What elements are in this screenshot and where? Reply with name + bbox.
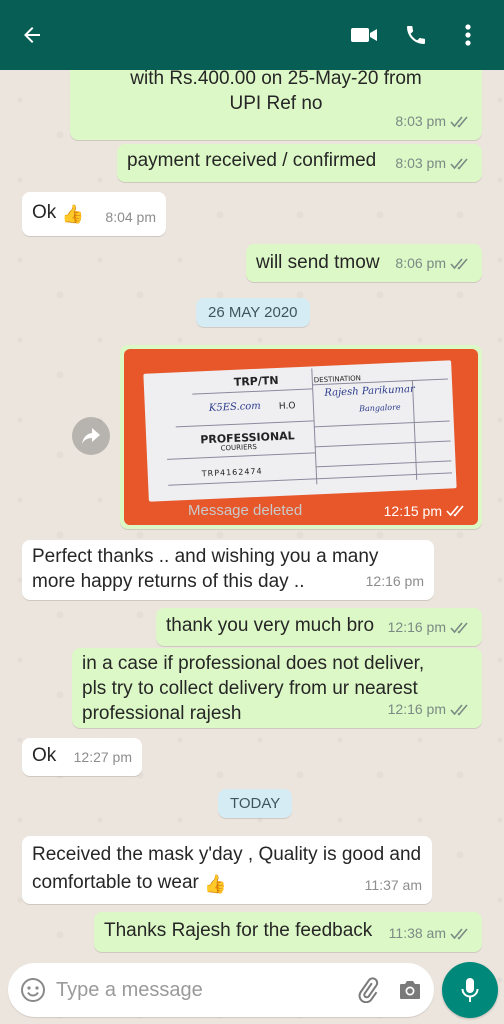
camera-icon[interactable] [398,979,422,1001]
message-time: 8:06 pm [395,255,446,271]
message-time: 8:03 pm [395,113,446,129]
message-bubble-outgoing[interactable]: in a case if professional does not deliv… [72,648,482,728]
video-call-icon[interactable] [342,13,386,57]
message-bubble-outgoing[interactable]: will send tmow 8:06 pm [246,244,482,282]
double-check-icon [446,505,464,517]
receipt-ho: H.O [278,401,296,412]
message-text: comfortable to wear [32,872,199,893]
courier-receipt-photo[interactable]: TRP/TN DESTINATION K5ES.com H.O Rajesh P… [124,349,478,525]
receipt-handwritten-from: K5ES.com [208,400,262,414]
double-check-icon [450,703,468,716]
arrow-left-icon[interactable] [14,17,50,53]
message-text: Received the mask y'day , Quality is goo… [32,844,422,865]
receipt-code: TRP/TN [233,373,279,389]
message-input[interactable] [56,978,356,1002]
message-time: 11:38 am [388,925,446,941]
date-chip: TODAY [218,789,293,818]
message-time: 12:27 pm [73,749,132,765]
message-time: 12:16 pm [387,701,446,717]
receipt-city: Bangalore [358,402,401,414]
chat-header [0,0,504,70]
message-time: 12:16 pm [365,573,424,589]
phone-icon[interactable] [394,13,438,57]
microphone-icon[interactable] [442,962,498,1018]
message-bubble-incoming[interactable]: Ok 12:27 pm [22,738,142,776]
double-check-icon [450,115,468,128]
emoji-icon[interactable] [20,977,46,1003]
message-text: in a case if professional does not deliv… [82,653,425,674]
double-check-icon [450,257,468,270]
message-bubble-outgoing[interactable]: thank you very much bro 12:16 pm [156,608,482,646]
message-time: 8:03 pm [395,155,446,171]
message-time: 8:04 pm [105,209,156,225]
more-vertical-icon[interactable] [446,13,490,57]
message-text: Perfect thanks .. and wishing you a many [32,546,379,567]
message-bubble-outgoing[interactable]: payment received / confirmed 8:03 pm [117,144,482,182]
receipt-tracking: TRP4162474 [201,466,263,479]
double-check-icon [450,927,468,940]
message-time: 12:16 pm [387,619,446,635]
message-composer [8,963,434,1017]
thumbs-up-icon: 👍 [61,204,84,224]
receipt-brand-sub: COURIERS [220,442,258,453]
paperclip-icon[interactable] [356,977,380,1003]
double-check-icon [450,621,468,634]
thumbs-up-icon: 👍 [204,874,227,894]
message-bubble-incoming[interactable]: Received the mask y'day , Quality is goo… [22,836,432,904]
message-bubble-outgoing[interactable]: Thanks Rajesh for the feedback 11:38 am [94,912,482,952]
message-time: 12:15 pm [383,503,442,519]
message-deleted-label: Message deleted [188,502,303,519]
message-time: 11:37 am [364,877,422,893]
double-check-icon [450,157,468,170]
forward-share-icon[interactable] [72,417,110,455]
message-bubble-incoming[interactable]: Perfect thanks .. and wishing you a many… [22,540,434,600]
message-text: Ok [32,202,57,223]
courier-receipt: TRP/TN DESTINATION K5ES.com H.O Rajesh P… [143,360,457,502]
receipt-handwritten-to: Rajesh Parikumar [324,383,415,399]
message-image-outgoing[interactable]: TRP/TN DESTINATION K5ES.com H.O Rajesh P… [120,345,482,529]
message-bubble-incoming[interactable]: Ok 👍 8:04 pm [22,192,166,236]
date-chip: 26 MAY 2020 [196,298,310,327]
